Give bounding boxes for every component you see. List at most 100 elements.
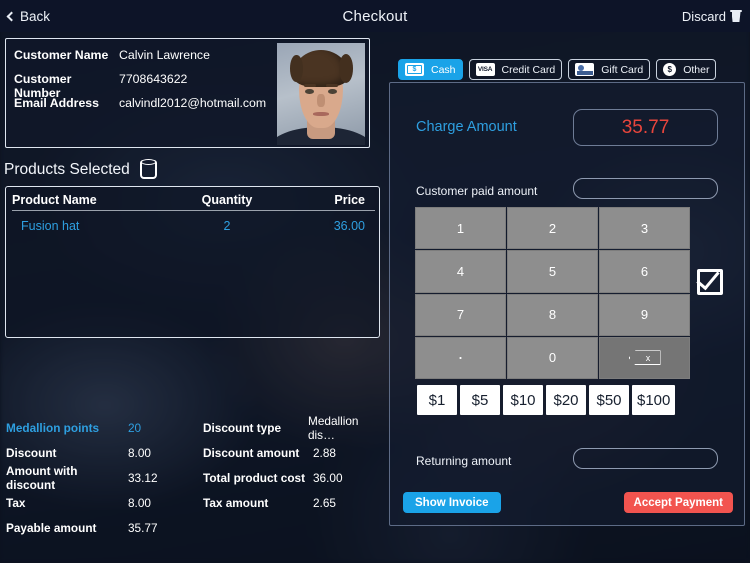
cell-price: 36.00 bbox=[333, 219, 365, 233]
avatar-hair-right bbox=[338, 54, 353, 83]
discard-button-label: Discard bbox=[681, 8, 726, 24]
summary-label: Payable amount bbox=[6, 520, 97, 535]
quick-amount-5[interactable]: $5 bbox=[460, 385, 500, 415]
customer-email-row: Email Address calvindl2012@hotmail.com bbox=[14, 96, 266, 110]
payment-panel: Charge Amount 35.77 Customer paid amount… bbox=[389, 82, 745, 526]
quick-amount-1[interactable]: $1 bbox=[417, 385, 457, 415]
summary-row-total-product-cost: Total product cost 36.00 bbox=[203, 465, 385, 490]
summary-value: 2.65 bbox=[313, 495, 336, 510]
customer-name-label: Customer Name bbox=[14, 48, 109, 62]
summary-label: Discount amount bbox=[203, 445, 300, 460]
summary-row-tax-amount: Tax amount 2.65 bbox=[203, 490, 385, 515]
numeric-keypad: 1 2 3 4 5 6 7 8 9 . 0 x bbox=[415, 207, 690, 379]
keypad-key-4[interactable]: 4 bbox=[415, 250, 506, 293]
avatar-eyebrow-left bbox=[304, 83, 316, 87]
table-header-divider bbox=[12, 210, 375, 211]
basket-icon[interactable] bbox=[139, 159, 157, 179]
tab-gift-card[interactable]: Gift Card bbox=[568, 59, 651, 80]
cell-quantity: 2 bbox=[223, 219, 231, 233]
summary-value: 33.12 bbox=[128, 470, 158, 485]
products-table: Product Name Quantity Price Fusion hat 2… bbox=[5, 186, 380, 338]
customer-paid-amount-input[interactable] bbox=[573, 178, 718, 199]
summary-row-tax: Tax 8.00 bbox=[6, 490, 196, 515]
customer-info-card: Customer Name Calvin Lawrence Customer N… bbox=[5, 38, 370, 148]
keypad-key-6[interactable]: 6 bbox=[599, 250, 690, 293]
summary-value: Medallion dis… bbox=[308, 413, 359, 442]
quick-amount-10[interactable]: $10 bbox=[503, 385, 543, 415]
trash-icon bbox=[730, 10, 742, 22]
summary-label: Tax bbox=[6, 495, 26, 510]
accept-payment-button[interactable]: Accept Payment bbox=[623, 492, 733, 513]
summary-value: 2.88 bbox=[313, 445, 336, 460]
summary-label: Medallion points bbox=[6, 420, 100, 435]
tab-credit-card-label: Credit Card bbox=[501, 63, 556, 76]
column-header-product-name: Product Name bbox=[12, 193, 97, 207]
summary-value: 8.00 bbox=[128, 445, 151, 460]
keypad-key-backspace[interactable]: x bbox=[599, 336, 690, 379]
keypad-key-8[interactable]: 8 bbox=[507, 293, 598, 336]
customer-paid-amount-label: Customer paid amount bbox=[416, 184, 538, 198]
keypad-key-0[interactable]: 0 bbox=[507, 336, 598, 379]
summary-value: 8.00 bbox=[128, 495, 151, 510]
keypad-key-1[interactable]: 1 bbox=[415, 207, 506, 250]
tab-credit-card[interactable]: VISA Credit Card bbox=[468, 59, 563, 80]
summary-row-discount-amount: Discount amount 2.88 bbox=[203, 440, 385, 465]
products-header: Products Selected bbox=[4, 159, 157, 179]
customer-email-label: Email Address bbox=[14, 96, 99, 110]
quick-amount-50[interactable]: $50 bbox=[589, 385, 629, 415]
returning-amount-input[interactable] bbox=[573, 448, 718, 469]
avatar-nose bbox=[317, 94, 325, 108]
avatar-eyebrow-right bbox=[326, 83, 338, 87]
keypad-key-2[interactable]: 2 bbox=[507, 207, 598, 250]
summary-label: Discount bbox=[6, 445, 57, 460]
summary-row-discount: Discount 8.00 bbox=[6, 440, 196, 465]
summary-label: Tax amount bbox=[203, 495, 269, 510]
avatar-eye-right bbox=[328, 88, 337, 94]
summary-label: Discount type bbox=[203, 420, 281, 435]
column-header-quantity: Quantity bbox=[201, 193, 253, 207]
top-bar: Back Checkout Discard bbox=[0, 0, 750, 32]
summary-value: 20 bbox=[128, 420, 142, 435]
summary-row-payable-amount: Payable amount 35.77 bbox=[6, 515, 196, 540]
tab-other[interactable]: $ Other bbox=[656, 59, 717, 80]
keypad-key-5[interactable]: 5 bbox=[507, 250, 598, 293]
gift-card-icon bbox=[575, 63, 595, 76]
summary-label: Amount with discount bbox=[6, 463, 78, 492]
charge-amount-value: 35.77 bbox=[573, 109, 718, 146]
customer-avatar bbox=[277, 43, 365, 145]
summary-row-discount-type: Discount type Medallion dis… bbox=[203, 413, 385, 442]
avatar-hair-left bbox=[290, 55, 303, 82]
returning-amount-label: Returning amount bbox=[416, 454, 512, 468]
keypad-key-3[interactable]: 3 bbox=[599, 207, 690, 250]
customer-email-value: calvindl2012@hotmail.com bbox=[119, 96, 267, 110]
quick-amount-20[interactable]: $20 bbox=[546, 385, 586, 415]
products-title: Products Selected bbox=[4, 160, 130, 178]
keypad-key-decimal[interactable]: . bbox=[415, 336, 506, 379]
quick-amount-buttons: $1 $5 $10 $20 $50 $100 bbox=[417, 385, 676, 415]
confirm-checkbox-icon[interactable] bbox=[697, 269, 723, 295]
tab-cash[interactable]: Cash bbox=[398, 59, 463, 80]
payment-method-tabs: Cash VISA Credit Card Gift Card $ Other bbox=[398, 59, 717, 80]
summary-row-amount-with-discount: Amount with discount 33.12 bbox=[6, 463, 196, 492]
tab-other-label: Other bbox=[683, 63, 710, 76]
page-title: Checkout bbox=[342, 7, 408, 25]
customer-name-row: Customer Name Calvin Lawrence bbox=[14, 48, 210, 62]
show-invoice-button[interactable]: Show Invoice bbox=[403, 492, 501, 513]
tab-cash-label: Cash bbox=[431, 63, 456, 76]
dollar-circle-icon: $ bbox=[663, 63, 677, 76]
summary-value: 35.77 bbox=[128, 520, 158, 535]
summary-value: 36.00 bbox=[313, 470, 343, 485]
customer-name-value: Calvin Lawrence bbox=[119, 48, 210, 62]
charge-amount-label: Charge Amount bbox=[416, 119, 517, 135]
summary-right-column: Discount type Medallion dis… Discount am… bbox=[203, 413, 385, 515]
keypad-key-7[interactable]: 7 bbox=[415, 293, 506, 336]
summary-left-column: Medallion points 20 Discount 8.00 Amount… bbox=[6, 415, 196, 540]
visa-icon: VISA bbox=[475, 63, 495, 76]
quick-amount-100[interactable]: $100 bbox=[632, 385, 676, 415]
column-header-price: Price bbox=[334, 193, 365, 207]
discard-button[interactable]: Discard bbox=[681, 8, 742, 24]
avatar-eye-left bbox=[305, 88, 314, 94]
products-table-header: Product Name Quantity Price bbox=[6, 187, 379, 207]
summary-row-medallion-points: Medallion points 20 bbox=[6, 415, 196, 440]
keypad-key-9[interactable]: 9 bbox=[599, 293, 690, 336]
